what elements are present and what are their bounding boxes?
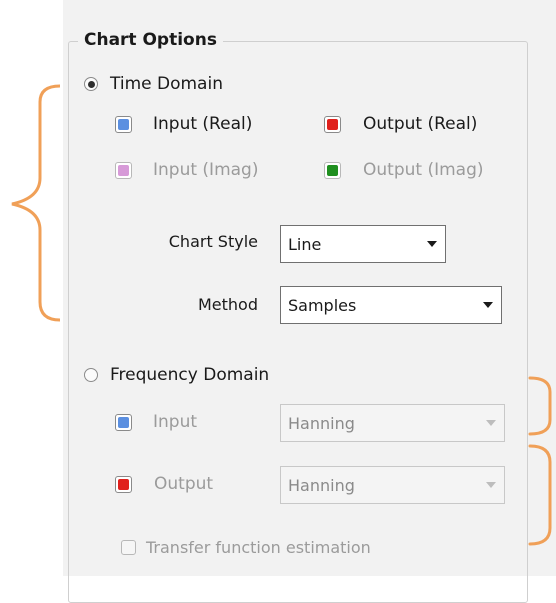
freq-input-label: Input — [153, 412, 198, 432]
transfer-function-checkbox: Transfer function estimation — [121, 538, 371, 557]
chevron-down-icon — [486, 482, 496, 488]
time-domain-radio[interactable]: Time Domain — [84, 74, 223, 94]
freq-input-checkbox[interactable]: Input — [115, 412, 197, 432]
freq-input-window-value: Hanning — [288, 413, 355, 433]
chevron-down-icon — [486, 420, 496, 426]
input-real-color-icon — [115, 115, 132, 133]
checkbox-input-imag: Input (Imag) — [115, 160, 258, 180]
checkbox-output-imag: Output (Imag) — [324, 160, 484, 180]
chevron-down-icon — [483, 302, 493, 308]
freq-output-checkbox[interactable]: Output — [115, 474, 213, 494]
input-real-label: Input (Real) — [153, 114, 253, 134]
transfer-function-label: Transfer function estimation — [146, 538, 371, 557]
frequency-domain-label: Frequency Domain — [110, 365, 270, 385]
checkbox-input-real[interactable]: Input (Real) — [115, 114, 252, 134]
time-domain-label: Time Domain — [110, 74, 223, 94]
freq-input-color-icon — [115, 413, 132, 431]
input-imag-label: Input (Imag) — [153, 160, 259, 180]
freq-output-color-icon — [115, 475, 132, 493]
left-curly-bracket-icon — [11, 84, 60, 322]
radio-selected-icon — [84, 77, 98, 91]
output-imag-label: Output (Imag) — [363, 160, 484, 180]
output-real-label: Output (Real) — [363, 114, 478, 134]
freq-output-window-select: Hanning — [280, 466, 505, 504]
radio-unselected-icon — [84, 368, 98, 382]
frequency-domain-radio[interactable]: Frequency Domain — [84, 365, 269, 385]
output-imag-color-icon — [324, 161, 341, 179]
freq-output-label: Output — [154, 474, 214, 494]
right-bracket-icon — [528, 376, 552, 546]
chart-style-select[interactable]: Line — [280, 225, 446, 263]
input-imag-color-icon — [115, 161, 132, 179]
output-real-color-icon — [324, 115, 341, 133]
checkbox-output-real[interactable]: Output (Real) — [324, 114, 477, 134]
method-value: Samples — [288, 295, 357, 315]
chart-style-value: Line — [288, 234, 322, 254]
chart-style-label: Chart Style — [168, 232, 258, 251]
method-select[interactable]: Samples — [280, 286, 502, 324]
freq-output-window-value: Hanning — [288, 475, 355, 495]
checkbox-icon — [121, 540, 136, 555]
chevron-down-icon — [427, 241, 437, 247]
freq-input-window-select: Hanning — [280, 404, 505, 442]
group-title: Chart Options — [78, 28, 223, 52]
method-label: Method — [197, 295, 258, 314]
